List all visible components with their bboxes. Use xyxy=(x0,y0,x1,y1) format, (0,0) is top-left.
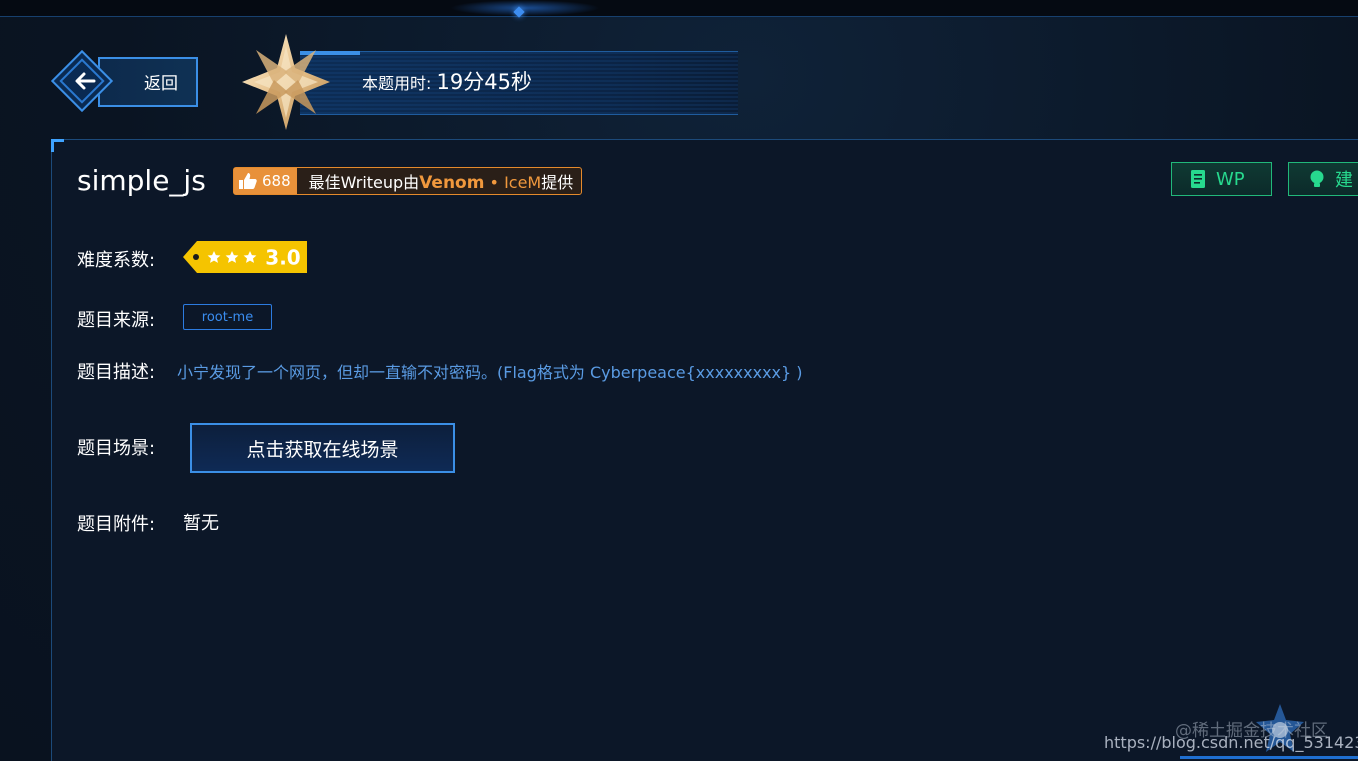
bottom-accent-line xyxy=(1180,756,1358,759)
scene-label: 题目场景: xyxy=(77,438,156,459)
document-icon xyxy=(1191,170,1205,188)
source-tag[interactable]: root-me xyxy=(183,304,272,330)
writeup-prefix: 最佳Writeup由 xyxy=(308,173,420,192)
challenge-title: simple_js xyxy=(77,164,206,197)
like-count-value: 688 xyxy=(262,172,291,190)
wp-button[interactable]: WP xyxy=(1171,162,1272,196)
star-badge-icon xyxy=(242,34,330,130)
writeup-like-badge[interactable]: 688 最佳Writeup由Venom • IceM提供 xyxy=(233,167,583,195)
difficulty-value: 3.0 xyxy=(265,246,300,270)
get-scene-button[interactable]: 点击获取在线场景 xyxy=(190,423,455,473)
panel-corner xyxy=(51,139,64,152)
watermark-csdn: https://blog.csdn.net/qq_53142368 xyxy=(1104,733,1358,752)
description-text: 小宁发现了一个网页，但却一直输不对密码。(Flag格式为 Cyberpeace{… xyxy=(177,363,803,382)
best-writeup-text: 最佳Writeup由Venom • IceM提供 xyxy=(297,169,582,193)
top-bar-glow xyxy=(450,0,600,16)
difficulty-rating-tag: 3.0 xyxy=(183,241,307,273)
lightbulb-icon xyxy=(1310,170,1324,187)
writeup-author-2[interactable]: IceM xyxy=(504,173,541,192)
timer-text: 本题用时: 19分45秒 xyxy=(362,66,532,96)
attachment-value: 暂无 xyxy=(183,513,219,534)
timer-label: 本题用时: xyxy=(362,74,432,93)
suggestion-button[interactable]: 建 xyxy=(1288,162,1358,196)
like-count[interactable]: 688 xyxy=(234,168,297,194)
suggestion-button-label: 建 xyxy=(1335,170,1353,191)
wp-button-label: WP xyxy=(1216,168,1245,190)
arrow-left-icon xyxy=(75,72,96,90)
thumbs-up-icon xyxy=(239,173,257,189)
page: 返回 本题用时: 19分45秒 simple_js 688 最佳Writeup由… xyxy=(0,0,1358,761)
writeup-author[interactable]: Venom xyxy=(419,173,484,193)
source-label: 题目来源: xyxy=(77,310,156,331)
difficulty-label: 难度系数: xyxy=(77,250,156,271)
writeup-suffix: 提供 xyxy=(541,173,574,192)
back-button[interactable]: 返回 xyxy=(50,49,202,113)
description-label: 题目描述: xyxy=(77,362,156,383)
timer-value: 19分45秒 xyxy=(436,70,532,94)
back-button-label: 返回 xyxy=(144,74,178,94)
writeup-separator: • xyxy=(484,173,505,192)
attachment-label: 题目附件: xyxy=(77,514,156,535)
top-bar xyxy=(0,0,1358,18)
